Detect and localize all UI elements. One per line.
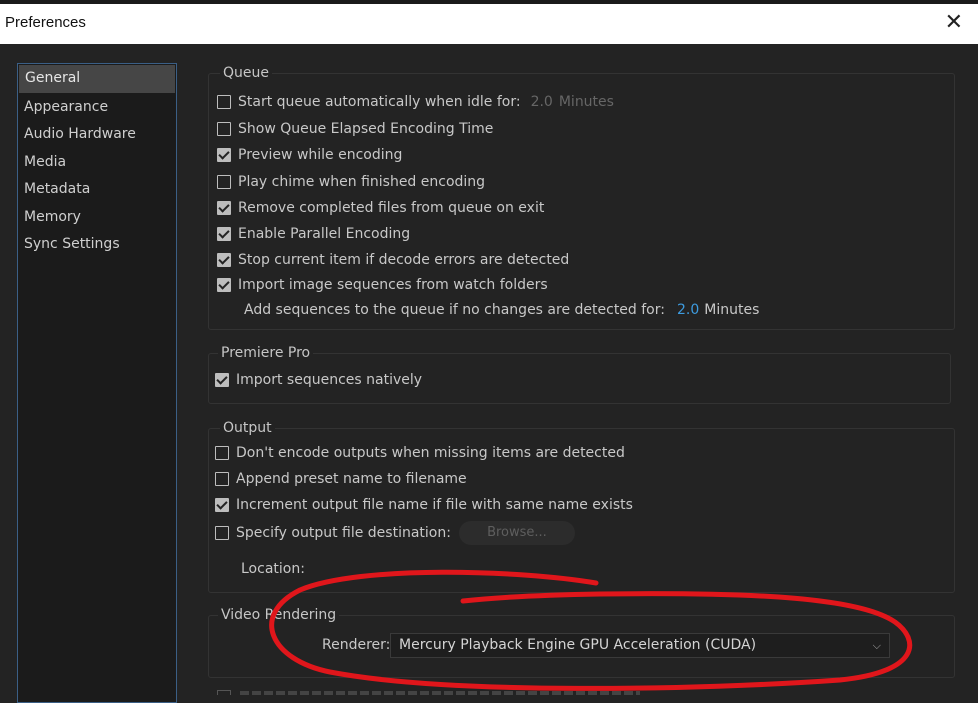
- premiere-group-label: Premiere Pro: [218, 345, 314, 361]
- specify-dest-checkbox[interactable]: [215, 526, 229, 540]
- sidebar-item-memory[interactable]: Memory: [18, 204, 176, 232]
- add-sequences-unit: Minutes: [704, 302, 760, 318]
- remove-completed-row: Remove completed files from queue on exi…: [217, 200, 544, 216]
- dont-encode-label: Don't encode outputs when missing items …: [236, 445, 625, 461]
- append-preset-label: Append preset name to filename: [236, 471, 467, 487]
- video-rendering-group-label: Video Rendering: [218, 607, 340, 623]
- sidebar-item-general[interactable]: General: [19, 65, 175, 93]
- sidebar-item-media[interactable]: Media: [18, 149, 176, 177]
- import-native-row: Import sequences natively: [215, 372, 422, 388]
- title-bar: Preferences ✕: [0, 0, 978, 44]
- idle-minutes-unit: Minutes: [558, 94, 614, 110]
- preview-label: Preview while encoding: [238, 147, 403, 163]
- partial-row-text: [240, 691, 640, 695]
- remove-completed-checkbox[interactable]: [217, 201, 231, 215]
- remove-completed-label: Remove completed files from queue on exi…: [238, 200, 545, 216]
- queue-group-label: Queue: [220, 65, 272, 81]
- specify-dest-label: Specify output file destination:: [236, 525, 451, 541]
- renderer-label: Renderer:: [322, 637, 391, 653]
- import-images-checkbox[interactable]: [217, 278, 231, 292]
- start-queue-row: Start queue automatically when idle for:…: [217, 94, 614, 110]
- dont-encode-checkbox[interactable]: [215, 446, 229, 460]
- partial-row-checkbox: [217, 690, 231, 695]
- add-sequences-value[interactable]: 2.0: [677, 302, 699, 318]
- parallel-checkbox[interactable]: [217, 227, 231, 241]
- increment-label: Increment output file name if file with …: [236, 497, 633, 513]
- chime-label: Play chime when finished encoding: [238, 174, 486, 190]
- renderer-dropdown[interactable]: Mercury Playback Engine GPU Acceleration…: [390, 633, 890, 658]
- show-elapsed-row: Show Queue Elapsed Encoding Time: [217, 121, 493, 137]
- increment-row: Increment output file name if file with …: [215, 497, 633, 513]
- show-elapsed-checkbox[interactable]: [217, 122, 231, 136]
- preview-checkbox[interactable]: [217, 148, 231, 162]
- add-sequences-label: Add sequences to the queue if no changes…: [244, 302, 665, 318]
- browse-button[interactable]: Browse...: [458, 521, 575, 545]
- import-native-checkbox[interactable]: [215, 373, 229, 387]
- output-group-label: Output: [220, 420, 275, 436]
- sidebar-item-appearance[interactable]: Appearance: [18, 94, 176, 122]
- renderer-row: Renderer:: [322, 637, 390, 653]
- sidebar-item-sync-settings[interactable]: Sync Settings: [18, 231, 176, 259]
- location-label: Location:: [241, 561, 305, 577]
- parallel-row: Enable Parallel Encoding: [217, 226, 410, 242]
- sidebar: General Appearance Audio Hardware Media …: [17, 63, 177, 703]
- append-preset-checkbox[interactable]: [215, 472, 229, 486]
- dont-encode-row: Don't encode outputs when missing items …: [215, 445, 625, 461]
- chevron-down-icon: ⌵: [872, 639, 881, 652]
- renderer-value: Mercury Playback Engine GPU Acceleration…: [399, 637, 757, 653]
- chime-row: Play chime when finished encoding: [217, 174, 485, 190]
- import-native-label: Import sequences natively: [236, 372, 423, 388]
- start-queue-label: Start queue automatically when idle for:: [238, 94, 521, 110]
- import-images-row: Import image sequences from watch folder…: [217, 277, 548, 293]
- stop-decode-row: Stop current item if decode errors are d…: [217, 252, 569, 268]
- parallel-label: Enable Parallel Encoding: [238, 226, 411, 242]
- import-images-label: Import image sequences from watch folder…: [238, 277, 548, 293]
- sidebar-item-audio-hardware[interactable]: Audio Hardware: [18, 121, 176, 149]
- add-sequences-row: Add sequences to the queue if no changes…: [244, 302, 759, 318]
- show-elapsed-label: Show Queue Elapsed Encoding Time: [238, 121, 494, 137]
- append-preset-row: Append preset name to filename: [215, 471, 467, 487]
- stop-decode-checkbox[interactable]: [217, 253, 231, 267]
- increment-checkbox[interactable]: [215, 498, 229, 512]
- location-row: Location:: [241, 561, 305, 577]
- idle-minutes-value[interactable]: 2.0: [531, 94, 553, 110]
- chime-checkbox[interactable]: [217, 175, 231, 189]
- preview-row: Preview while encoding: [217, 147, 402, 163]
- specify-dest-row: Specify output file destination: Browse.…: [215, 521, 575, 545]
- close-icon[interactable]: ✕: [945, 10, 963, 35]
- window-title: Preferences: [5, 14, 86, 31]
- start-queue-checkbox[interactable]: [217, 95, 231, 109]
- stop-decode-label: Stop current item if decode errors are d…: [238, 252, 570, 268]
- sidebar-item-metadata[interactable]: Metadata: [18, 176, 176, 204]
